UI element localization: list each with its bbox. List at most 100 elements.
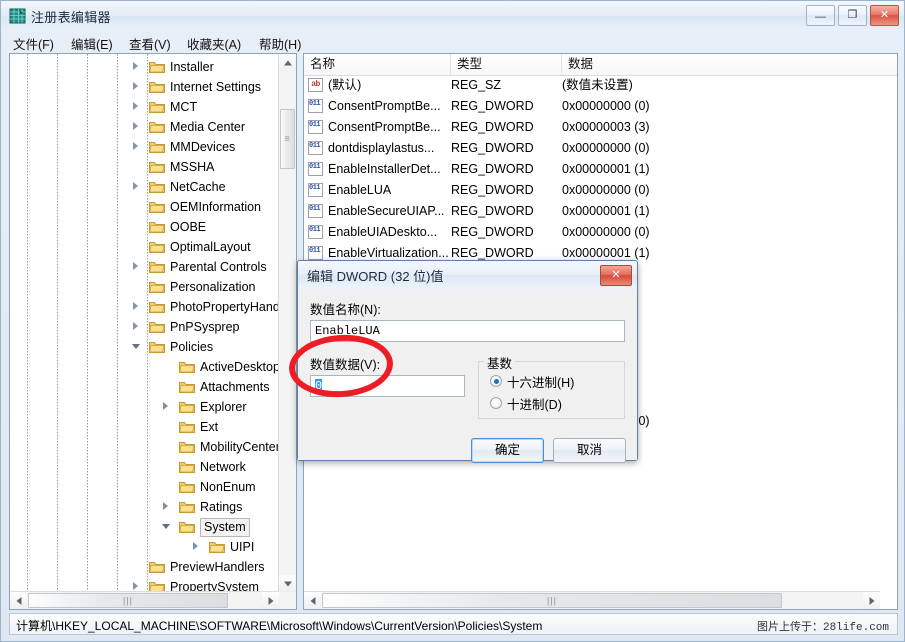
column-header-type[interactable]: 类型	[451, 54, 562, 75]
folder-icon	[179, 380, 195, 393]
tree-node-label: Parental Controls	[170, 257, 267, 277]
cancel-button[interactable]: 取消	[553, 438, 626, 463]
menu-file[interactable]: 文件(F)	[9, 33, 58, 54]
minimize-button[interactable]: —	[806, 5, 835, 26]
dword-value-icon: 011 100	[308, 141, 323, 155]
registry-path: 计算机\HKEY_LOCAL_MACHINE\SOFTWARE\Microsof…	[16, 617, 542, 634]
folder-icon	[149, 320, 165, 333]
tree-node-label: OOBE	[170, 217, 206, 237]
column-header-data[interactable]: 数据	[562, 54, 882, 75]
values-row[interactable]: 011 100 dontdisplaylastus... REG_DWORD 0x00…	[304, 138, 897, 159]
menu-view[interactable]: 查看(V)	[125, 33, 175, 54]
values-horizontal-scrollbar[interactable]: |||	[304, 591, 880, 609]
dword-value-icon: 011 100	[308, 99, 323, 113]
chevron-right-icon[interactable]	[163, 402, 168, 410]
values-hscroll-thumb[interactable]: |||	[322, 593, 782, 608]
tree-node-label: OptimalLayout	[170, 237, 251, 257]
status-bar: 计算机\HKEY_LOCAL_MACHINE\SOFTWARE\Microsof…	[9, 613, 898, 635]
folder-icon	[179, 460, 195, 473]
tree-guide-line	[57, 54, 58, 593]
ok-button[interactable]: 确定	[471, 438, 544, 463]
values-row-type: REG_DWORD	[451, 138, 534, 159]
values-row[interactable]: 011 100EnableInstallerDet...REG_DWORD0x0…	[304, 159, 897, 180]
values-row-data: 0x00000000 (0)	[562, 96, 650, 117]
radio-hexadecimal-icon	[490, 375, 502, 387]
tree-hscroll-thumb[interactable]: |||	[28, 593, 228, 608]
values-row-data: 0x00000000 (0)	[562, 138, 650, 159]
values-row-name: ConsentPromptBe...	[328, 117, 441, 138]
values-row[interactable]: 011 100ConsentPromptBe...REG_DWORD0x0000…	[304, 117, 897, 138]
folder-icon	[149, 60, 165, 73]
chevron-right-icon[interactable]	[133, 182, 138, 190]
chevron-right-icon[interactable]	[133, 582, 138, 590]
maximize-button[interactable]: ❐	[838, 5, 867, 26]
values-row[interactable]: 011 100ConsentPromptBe...REG_DWORD0x0000…	[304, 96, 897, 117]
tree-vertical-scrollbar[interactable]: ≡	[278, 54, 296, 592]
chevron-right-icon[interactable]	[133, 302, 138, 310]
column-header-name[interactable]: 名称	[304, 54, 451, 75]
values-row[interactable]: 011 100EnableSecureUIAP...REG_DWORD0x000…	[304, 201, 897, 222]
value-data-label: 数值数据(V):	[310, 354, 380, 373]
close-button[interactable]: ✕	[870, 5, 899, 26]
chevron-right-icon[interactable]	[133, 122, 138, 130]
values-row[interactable]: ab(默认)REG_SZ(数值未设置)	[304, 75, 897, 96]
tree-node-label: Explorer	[200, 397, 247, 417]
values-row-name: EnableLUA	[328, 180, 391, 201]
menu-favorites[interactable]: 收藏夹(A)	[183, 33, 245, 54]
folder-icon	[149, 160, 165, 173]
values-column-header: 名称 类型 数据	[304, 54, 897, 76]
values-row[interactable]: 011 100 EnableLUA REG_DWORD 0x00000000 (0)	[304, 180, 897, 201]
registry-tree[interactable]: InstallerInternet SettingsMCTMedia Cente…	[10, 54, 280, 593]
close-icon: ✕	[871, 8, 898, 22]
tree-scroll-down-button[interactable]	[279, 575, 296, 592]
tree-scroll-left-button[interactable]	[10, 592, 27, 609]
tree-scroll-up-button[interactable]	[279, 54, 296, 71]
chevron-right-icon[interactable]	[163, 502, 168, 510]
tree-horizontal-scrollbar[interactable]: |||	[10, 591, 279, 609]
tree-guide-line	[27, 54, 28, 593]
registry-editor-icon	[9, 8, 26, 24]
folder-icon	[179, 440, 195, 453]
chevron-right-icon[interactable]	[133, 62, 138, 70]
values-row-type: REG_DWORD	[451, 180, 534, 201]
tree-node-label: PreviewHandlers	[170, 557, 264, 577]
values-row-data: (数值未设置)	[562, 75, 633, 96]
values-row[interactable]: 011 100EnableUIADeskto...REG_DWORD0x0000…	[304, 222, 897, 243]
folder-icon	[179, 420, 195, 433]
tree-scroll-right-button[interactable]	[262, 592, 279, 609]
values-row-name: EnableSecureUIAP...	[328, 201, 445, 222]
folder-icon	[149, 300, 165, 313]
chevron-right-icon[interactable]	[193, 542, 198, 550]
chevron-right-icon[interactable]	[133, 102, 138, 110]
dword-value-icon: 011 100	[308, 246, 323, 260]
chevron-right-icon[interactable]	[133, 142, 138, 150]
chevron-down-icon[interactable]	[162, 524, 170, 529]
values-scroll-right-button[interactable]	[863, 592, 880, 609]
menu-edit[interactable]: 编辑(E)	[67, 33, 117, 54]
tree-node-label: PhotoPropertyHand	[170, 297, 280, 317]
chevron-right-icon[interactable]	[133, 82, 138, 90]
chevron-right-icon[interactable]	[133, 322, 138, 330]
dword-value-icon: 011 100	[308, 183, 323, 197]
menu-bar: 文件(F) 编辑(E) 查看(V) 收藏夹(A) 帮助(H)	[1, 31, 904, 52]
tree-node-label: Network	[200, 457, 246, 477]
menu-help[interactable]: 帮助(H)	[255, 33, 305, 54]
values-row-name: EnableInstallerDet...	[328, 159, 441, 180]
folder-icon	[149, 560, 165, 573]
folder-icon	[179, 360, 195, 373]
folder-icon	[209, 540, 225, 553]
folder-icon	[149, 260, 165, 273]
tree-node-label: System	[200, 518, 250, 537]
chevron-down-icon[interactable]	[132, 344, 140, 349]
maximize-icon: ❐	[839, 8, 866, 22]
folder-icon	[179, 520, 195, 533]
dialog-close-button[interactable]: ✕	[600, 265, 632, 286]
minimize-icon: —	[807, 10, 834, 24]
value-data-field[interactable]: 0	[310, 375, 465, 397]
tree-scroll-thumb[interactable]: ≡	[280, 109, 295, 169]
values-row-data: 0x00000000 (0)	[562, 180, 650, 201]
values-scroll-left-button[interactable]	[304, 592, 321, 609]
chevron-right-icon[interactable]	[133, 262, 138, 270]
values-row-name: dontdisplaylastus...	[328, 138, 434, 159]
values-row-type: REG_DWORD	[451, 117, 534, 138]
